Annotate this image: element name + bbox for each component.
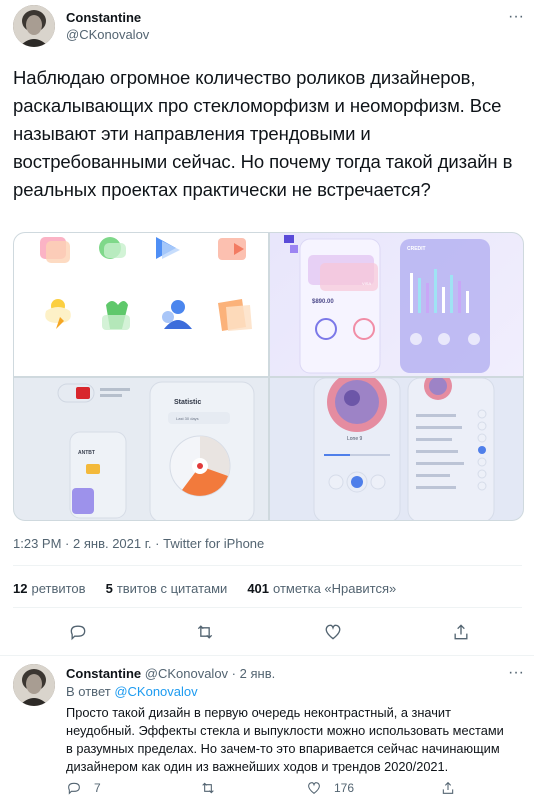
reply-date[interactable]: 2 янв. (240, 666, 276, 681)
reply-like-button[interactable]: 176 (306, 780, 354, 796)
author-name[interactable]: Constantine (66, 10, 141, 25)
statistic-filter-text: Last 30 days (176, 416, 199, 421)
retweet-icon (202, 782, 214, 794)
like-icon (325, 624, 341, 640)
neu-statistic-illustration: ANTBT Statistic Last 30 days (57, 381, 255, 520)
tweet-date[interactable]: 2 янв. 2021 г. (73, 536, 152, 551)
author-avatar[interactable] (13, 5, 55, 47)
retweets-label: ретвитов (31, 581, 86, 596)
like-icon (308, 782, 320, 795)
share-icon (454, 624, 468, 640)
media-image-glass-icons[interactable] (14, 233, 268, 376)
reply-likes-count: 176 (334, 781, 355, 795)
avatar-image (13, 664, 55, 706)
reply-button[interactable] (66, 620, 90, 644)
reply-separator: · (231, 666, 237, 681)
reply-author-handle[interactable]: @CKonovalov (145, 666, 228, 681)
media-image-neu-player[interactable]: Lone 9 (270, 378, 523, 520)
tweet-meta: 1:23 PM · 2 янв. 2021 г. · Twitter for i… (13, 536, 264, 551)
reply-to-handle-link[interactable]: @CKonovalov (114, 684, 197, 699)
neu-player-illustration: Lone 9 (313, 378, 495, 520)
reply-header: Constantine @CKonovalov · 2 янв. (66, 666, 275, 681)
tweet-text: Наблюдаю огромное количество роликов диз… (13, 67, 513, 200)
credit-label-text: CREDIT (407, 246, 426, 252)
tweet-source[interactable]: Twitter for iPhone (163, 536, 264, 551)
meta-separator: · (155, 536, 160, 551)
card-visa-text: VISA (362, 281, 371, 286)
retweets-stat[interactable]: 12 ретвитов (13, 581, 86, 596)
reply-author-name[interactable]: Constantine (66, 666, 141, 681)
divider (13, 607, 522, 608)
divider (0, 655, 534, 656)
more-horizontal-icon[interactable]: ··· (506, 9, 526, 25)
media-image-glass-bank-app[interactable]: VISA $890.00 CREDIT (270, 233, 523, 376)
reply-actions: 7 176 (0, 780, 534, 798)
tweet-actions (0, 620, 534, 644)
likes-stat[interactable]: 401 отметка «Нравится» (247, 581, 396, 596)
retweet-icon (197, 625, 213, 639)
avatar-image (13, 5, 55, 47)
reply-text: Просто такой дизайн в первую очередь нек… (66, 705, 504, 774)
quotes-label: твитов с цитатами (116, 581, 228, 596)
retweets-count: 12 (13, 581, 28, 596)
likes-label: отметка «Нравится» (273, 581, 397, 596)
like-button[interactable] (321, 620, 345, 644)
glass-icons-illustration (40, 237, 252, 331)
share-button[interactable] (449, 620, 473, 644)
player-track-text: Lone 9 (347, 436, 363, 442)
likes-count: 401 (247, 581, 270, 596)
reply-icon (68, 782, 80, 795)
reply-retweet-button[interactable] (200, 780, 216, 796)
author-handle[interactable]: @CKonovalov (66, 27, 149, 42)
glass-bank-illustration: VISA $890.00 CREDIT (284, 235, 490, 374)
divider (13, 565, 522, 566)
tweet-time[interactable]: 1:23 PM (13, 536, 61, 551)
statistic-label-text: Statistic (174, 399, 201, 406)
media-grid[interactable]: VISA $890.00 CREDIT ANTBT Statistic Last… (13, 232, 524, 521)
quotes-stat[interactable]: 5 твитов с цитатами (106, 581, 228, 596)
card-bank-text: ANTBT (78, 450, 95, 456)
reply-icon (70, 625, 86, 641)
reply-share-button[interactable] (440, 780, 456, 796)
more-horizontal-icon[interactable]: ··· (506, 665, 526, 681)
retweet-button[interactable] (193, 620, 217, 644)
reply-replies-count: 7 (94, 781, 101, 795)
card-amount-text: $890.00 (312, 299, 334, 305)
media-image-neu-statistic[interactable]: ANTBT Statistic Last 30 days (14, 378, 268, 520)
reply-to-line: В ответ @CKonovalov (66, 684, 198, 699)
reply-author-avatar[interactable] (13, 664, 55, 706)
reply-to-prefix: В ответ (66, 684, 111, 699)
share-icon (442, 781, 454, 794)
meta-separator: · (65, 536, 70, 551)
quotes-count: 5 (105, 581, 113, 596)
reply-reply-button[interactable]: 7 (66, 780, 101, 796)
tweet-stats: 12 ретвитов 5 твитов с цитатами 401 отметка… (13, 581, 416, 596)
